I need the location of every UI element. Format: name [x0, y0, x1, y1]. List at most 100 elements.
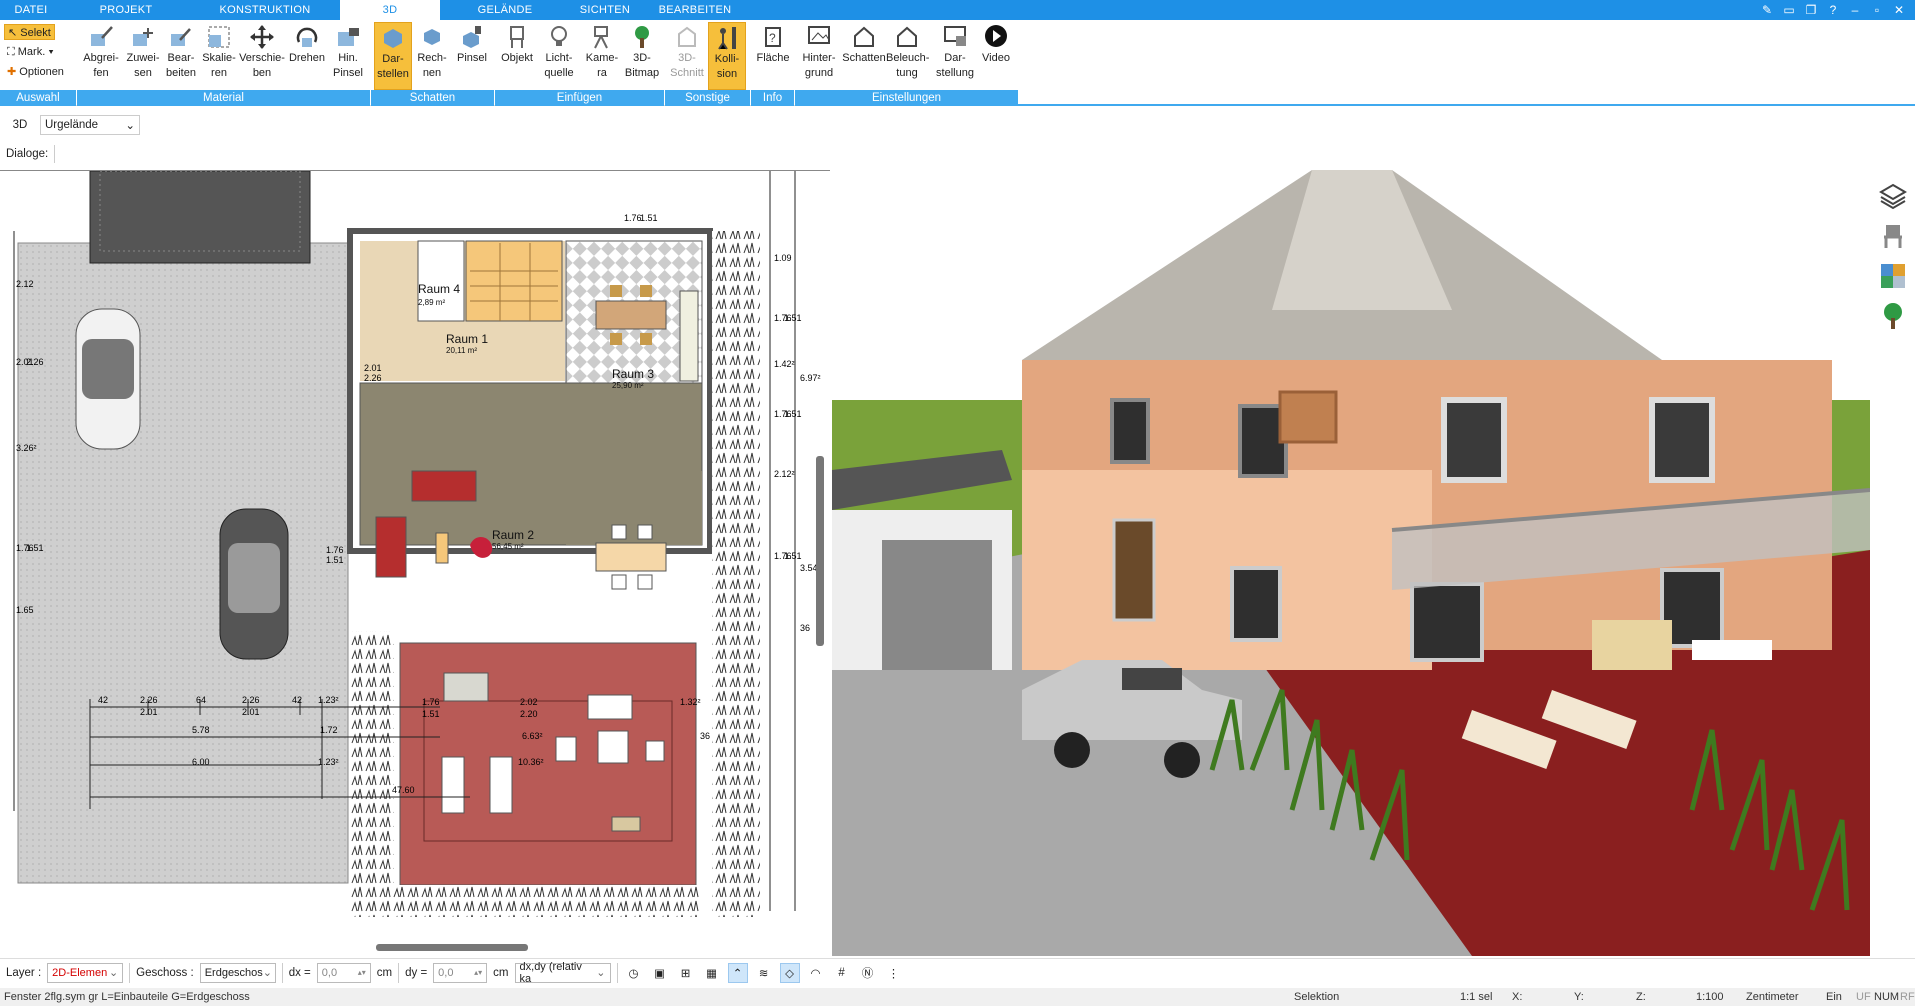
select-button[interactable]: ↖ Selekt: [4, 24, 55, 40]
dx-input[interactable]: 0,0 ▴▾: [316, 962, 371, 983]
door-dim-3: 1.51: [326, 555, 344, 565]
materials-icon[interactable]: [1879, 262, 1907, 290]
wave-icon[interactable]: ≋: [754, 963, 774, 983]
folder-icon[interactable]: ▭: [1781, 3, 1797, 17]
tab-datei[interactable]: DATEI: [0, 0, 62, 20]
left-dim-0: 2.12: [16, 279, 34, 289]
top-dim-1: 1.51: [640, 213, 658, 223]
grid-icon[interactable]: #: [832, 963, 852, 983]
abgreifen-label: Abgrei- fen: [83, 52, 119, 79]
car-top: [75, 308, 141, 450]
windows-icon[interactable]: ❐: [1803, 3, 1819, 17]
geschoss-label: Geschoss :: [136, 966, 194, 979]
dialog-bar: Dialoge:: [0, 142, 1915, 166]
pinsel-button[interactable]: Pinsel: [452, 22, 492, 90]
cube-icon[interactable]: ▦: [702, 963, 722, 983]
3d-side-panel: [1870, 170, 1915, 956]
snap-line-icon[interactable]: ⌃: [727, 962, 748, 983]
darstellen-label: Dar- stellen: [377, 53, 409, 80]
status-scale: 1:100: [1696, 991, 1724, 1003]
bearbeiten-button[interactable]: Bear- beiten: [162, 22, 200, 90]
restore-icon[interactable]: ▫: [1869, 3, 1885, 17]
right-dim-11: 36: [800, 623, 810, 633]
terrace-dim-5: 6.63²: [522, 731, 543, 741]
car-bottom: [219, 508, 289, 660]
tab-3d[interactable]: 3D: [340, 0, 440, 20]
tab-bearbeiten[interactable]: BEARBEITEN: [640, 0, 750, 20]
bearbeiten-label: Bear- beiten: [166, 52, 196, 79]
display-settings-icon: [944, 26, 966, 46]
kamera-button[interactable]: Kame- ra: [582, 22, 622, 90]
drehen-button[interactable]: Drehen: [286, 22, 328, 90]
kollision-button[interactable]: Kolli- sion: [708, 22, 746, 90]
lichtquelle-button[interactable]: Licht- quelle: [536, 22, 582, 90]
minimize-icon[interactable]: –: [1847, 3, 1863, 17]
layer-label: Layer :: [6, 966, 42, 979]
bitmap-button[interactable]: 3D- Bitmap: [622, 22, 662, 90]
monitor-icon[interactable]: ▣: [650, 963, 670, 983]
flaeche-label: Fläche: [756, 52, 790, 64]
snap-icon[interactable]: ⊞: [676, 963, 696, 983]
tab-konstruktion[interactable]: KONSTRUKTION: [190, 0, 340, 20]
spinner-icon[interactable]: ▴▾: [358, 968, 366, 977]
tree-icon[interactable]: [1879, 302, 1907, 330]
rechnen-button[interactable]: Rech- nen: [412, 22, 452, 90]
skalieren-label: Skalie- ren: [202, 52, 236, 79]
furniture-icon[interactable]: [1879, 222, 1907, 250]
north-icon[interactable]: Ⓝ: [858, 963, 878, 983]
play-icon: [985, 25, 1007, 47]
schnitt-button[interactable]: 3D- Schnitt: [668, 22, 706, 90]
layer-select[interactable]: 2D-Elemen ⌄: [47, 962, 124, 983]
right-dim-8: 1.51: [784, 551, 802, 561]
floor-plan-view[interactable]: Raum 4 2,89 m² Raum 1 20,11 m² Raum 3 25…: [0, 170, 830, 956]
plan-vertical-scrollbar[interactable]: [816, 456, 824, 646]
tab-sichten[interactable]: SICHTEN: [570, 0, 640, 20]
verschieben-label: Verschie- ben: [239, 52, 285, 79]
group-einstellungen: Einstellungen: [795, 90, 1018, 106]
plane-icon[interactable]: ◇: [779, 962, 800, 983]
coordinate-mode-select[interactable]: dx,dy (relativ ka ⌄: [514, 961, 611, 985]
geschoss-select[interactable]: Erdgeschos ⌄: [199, 962, 276, 983]
status-bar: Fenster 2flg.sym gr L=Einbauteile G=Erdg…: [0, 988, 1915, 1006]
kamera-label: Kame- ra: [585, 52, 619, 79]
help-icon[interactable]: ?: [1825, 3, 1841, 17]
options-button[interactable]: ✚ Optionen: [4, 64, 67, 80]
tools-icon[interactable]: ✎: [1759, 3, 1775, 17]
more-icon[interactable]: ⋮: [884, 963, 904, 983]
section-icon: [678, 26, 696, 47]
right-dim-3: 1.42²: [774, 359, 795, 369]
spinner-icon[interactable]: ▴▾: [474, 968, 482, 977]
fill-icon[interactable]: ◠: [806, 963, 826, 983]
zuweisen-button[interactable]: Zuwei- sen: [124, 22, 162, 90]
terrace-dim-4: 2.20: [520, 709, 538, 719]
dim-a-5: 1.23²: [318, 695, 339, 705]
layers-icon[interactable]: [1878, 182, 1907, 210]
staircase: [465, 240, 563, 322]
hin-pinsel-button[interactable]: Hin. Pinsel: [328, 22, 368, 90]
close-icon[interactable]: ✕: [1891, 3, 1907, 17]
3d-render-view[interactable]: [832, 170, 1870, 956]
clock-icon[interactable]: ◷: [624, 963, 644, 983]
terrain-select[interactable]: Urgelände ⌄: [40, 115, 140, 135]
darstellung-button[interactable]: Dar- stellung: [932, 22, 978, 90]
darstellen-button[interactable]: Dar- stellen: [374, 22, 412, 90]
objekt-button[interactable]: Objekt: [498, 22, 536, 90]
verschieben-button[interactable]: Verschie- ben: [238, 22, 286, 90]
hintergrund-button[interactable]: Hinter- grund: [796, 22, 842, 90]
video-button[interactable]: Video: [978, 22, 1014, 90]
edit-material-icon: [171, 28, 191, 46]
abgreifen-button[interactable]: Abgrei- fen: [78, 22, 124, 90]
tab-projekt[interactable]: PROJEKT: [62, 0, 190, 20]
tab-gelaende[interactable]: GELÄNDE: [440, 0, 570, 20]
hedge-right: [712, 231, 760, 917]
plan-horizontal-scrollbar[interactable]: [376, 944, 528, 951]
schatten-button[interactable]: Schatten: [842, 22, 886, 90]
beleuchtung-button[interactable]: Beleuch- tung: [886, 22, 929, 90]
terrace-dim-3: 1.51: [422, 709, 440, 719]
assign-material-icon: [133, 28, 153, 46]
mark-button[interactable]: ⛶ Mark. ▾: [4, 44, 57, 60]
dy-input[interactable]: 0,0 ▴▾: [433, 962, 488, 983]
right-dim-2: 1.51: [784, 313, 802, 323]
flaeche-button[interactable]: ? Fläche: [752, 22, 794, 90]
skalieren-button[interactable]: Skalie- ren: [200, 22, 238, 90]
